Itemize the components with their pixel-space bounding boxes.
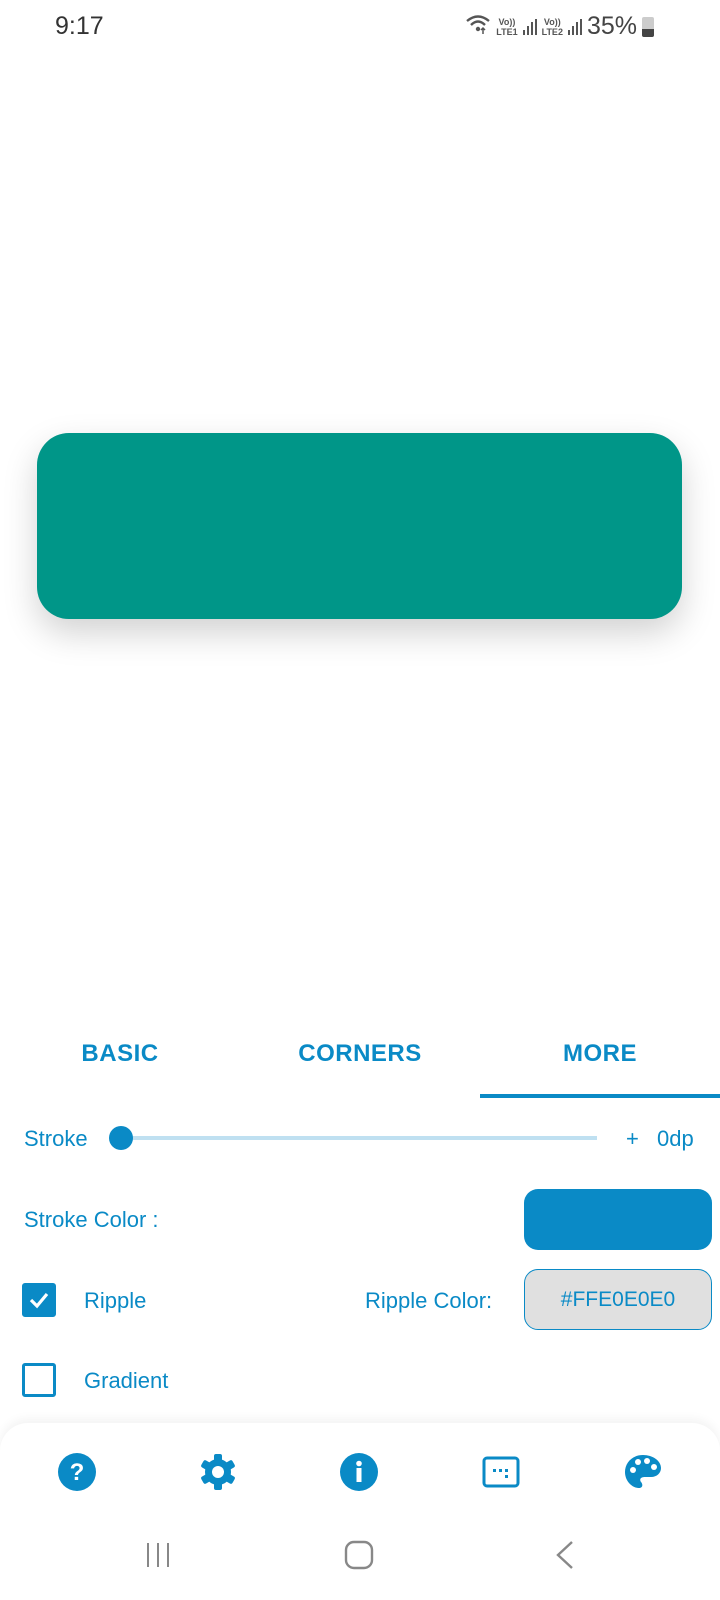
- status-bar: 9:17 Vo)) LTE1 Vo)) LTE2 35%: [0, 0, 720, 54]
- sim2-indicator: Vo)) LTE2: [542, 17, 563, 37]
- svg-text:?: ?: [70, 1459, 85, 1486]
- sim2-network: LTE2: [541, 26, 563, 37]
- stroke-color-swatch[interactable]: [524, 1189, 712, 1250]
- tab-bar: BASIC CORNERS MORE: [0, 1010, 720, 1098]
- sim1-volte: Vo)): [498, 16, 516, 27]
- home-icon: [344, 1540, 374, 1570]
- back-icon: [556, 1541, 573, 1569]
- info-icon[interactable]: [337, 1450, 381, 1494]
- recents-button[interactable]: [138, 1535, 178, 1575]
- tab-more[interactable]: MORE: [480, 1010, 720, 1098]
- ripple-label: Ripple: [84, 1288, 147, 1313]
- battery-icon: [642, 16, 654, 37]
- ripple-checkbox[interactable]: [22, 1283, 56, 1317]
- palette-icon[interactable]: [621, 1450, 665, 1494]
- gradient-checkbox[interactable]: [22, 1363, 56, 1397]
- sim1-network: LTE1: [496, 26, 518, 37]
- signal-icon-sim2: [567, 18, 582, 35]
- back-button[interactable]: [545, 1535, 585, 1575]
- gradient-label: Gradient: [84, 1368, 169, 1393]
- stroke-label: Stroke: [24, 1126, 88, 1151]
- code-view-icon[interactable]: [479, 1450, 523, 1494]
- stroke-plus-button[interactable]: +: [626, 1126, 639, 1152]
- preview-button[interactable]: [37, 433, 682, 619]
- status-icons: Vo)) LTE1 Vo)) LTE2 35%: [465, 12, 654, 41]
- ripple-color-field[interactable]: #FFE0E0E0: [524, 1269, 712, 1330]
- sim2-volte: Vo)): [543, 16, 561, 27]
- home-button[interactable]: [339, 1535, 379, 1575]
- checkmark-icon: [29, 1292, 49, 1309]
- settings-icon[interactable]: [196, 1450, 240, 1494]
- status-time: 9:17: [55, 12, 104, 40]
- stroke-slider[interactable]: [121, 1136, 597, 1140]
- stroke-value: 0dp: [657, 1126, 694, 1151]
- signal-icon-sim1: [522, 18, 537, 35]
- battery-percent: 35%: [586, 12, 637, 40]
- tab-basic[interactable]: BASIC: [0, 1010, 240, 1098]
- wifi-icon: [465, 13, 491, 40]
- ripple-color-label: Ripple Color:: [365, 1288, 493, 1313]
- stroke-color-label: Stroke Color :: [24, 1207, 159, 1232]
- stroke-slider-thumb[interactable]: [109, 1126, 133, 1150]
- sim1-indicator: Vo)) LTE1: [496, 17, 517, 37]
- recents-icon: [147, 1543, 169, 1567]
- help-icon[interactable]: ?: [55, 1450, 99, 1494]
- tab-corners[interactable]: CORNERS: [240, 1010, 480, 1098]
